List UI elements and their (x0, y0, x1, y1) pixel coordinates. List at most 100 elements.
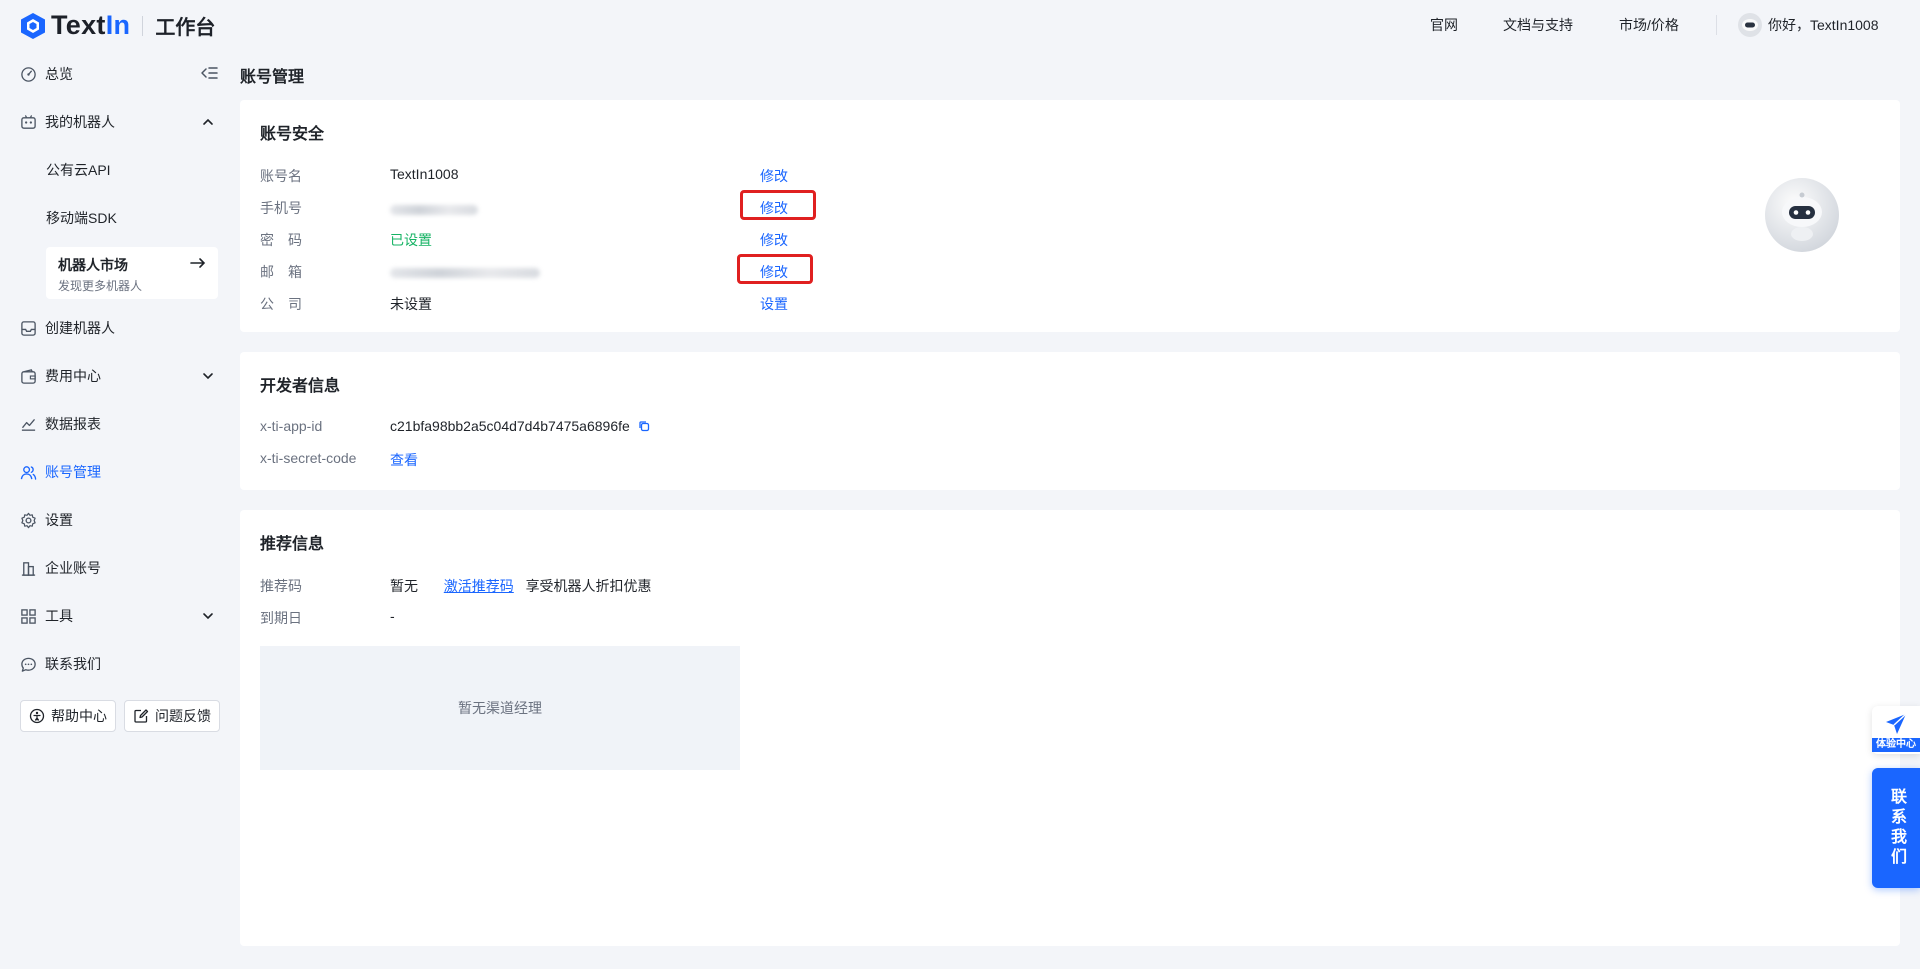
chat-bubble-icon (21, 657, 36, 672)
app-id-label: x-ti-app-id (260, 418, 323, 434)
sidebar-item-label: 联系我们 (45, 656, 101, 672)
page-title: 账号管理 (240, 69, 305, 86)
email-value-masked (390, 265, 540, 281)
phone-value-masked (390, 202, 478, 218)
user-menu[interactable]: 你好，TextIn1008 (1738, 13, 1879, 37)
feedback-button[interactable]: 问题反馈 (124, 700, 220, 732)
help-center-button[interactable]: 帮助中心 (20, 700, 116, 732)
highlight-box (740, 190, 816, 220)
nav-market-price[interactable]: 市场/价格 (1619, 15, 1679, 35)
section-title: 账号安全 (260, 126, 325, 143)
section-title: 推荐信息 (260, 536, 325, 553)
market-title: 机器人市场 (58, 257, 128, 273)
activate-referral-link[interactable]: 激活推荐码 (444, 578, 514, 594)
experience-center-label: 体验中心 (1872, 738, 1920, 752)
experience-center-button[interactable]: 体验中心 (1872, 706, 1920, 754)
robot-icon (21, 114, 36, 129)
brand-divider (142, 15, 144, 36)
section-title: 开发者信息 (260, 378, 341, 395)
collapse-sidebar-icon[interactable] (200, 65, 218, 81)
nav-official-site[interactable]: 官网 (1430, 15, 1458, 35)
set-company-link[interactable]: 设置 (760, 294, 788, 314)
inbox-icon (21, 320, 36, 336)
sidebar-item-label: 设置 (45, 512, 73, 528)
brand-subtitle: 工作台 (155, 17, 216, 39)
market-description: 发现更多机器人 (58, 279, 143, 293)
edit-password-link[interactable]: 修改 (760, 230, 788, 250)
avatar (1738, 13, 1762, 37)
chevron-up-icon[interactable] (202, 116, 214, 128)
referral-info-card: 推荐信息 推荐码 暂无 激活推荐码 享受机器人折扣优惠 到期日 - 暂无渠道经理 (240, 510, 1900, 946)
robot-mascot-image (1765, 178, 1839, 252)
password-label: 密 码 (260, 232, 302, 248)
contact-us-float-button[interactable]: 联系我们 (1872, 768, 1920, 888)
robot-market-card[interactable]: 机器人市场 发现更多机器人 (46, 247, 218, 299)
textin-logo-icon (21, 12, 45, 39)
account-security-card: 账号安全 账号名 TextIn1008 修改 手机号 修改 密 码 已设置 修改… (240, 100, 1900, 332)
sidebar-item-contact[interactable]: 联系我们 (20, 652, 101, 676)
contact-us-float-label: 联系我们 (1888, 788, 1905, 868)
building-icon (21, 561, 36, 576)
dashboard-icon (21, 66, 36, 82)
paper-plane-icon (1886, 713, 1907, 734)
sidebar-item-label: 企业账号 (45, 560, 101, 576)
sidebar: 总览 我的机器人 公有云API 移动端SDK 机器人市场 发现更多机器人 创建机… (0, 50, 230, 969)
referral-code-label: 推荐码 (260, 578, 302, 594)
sidebar-item-label: 创建机器人 (45, 320, 115, 336)
account-name-value: TextIn1008 (390, 166, 459, 182)
header-divider (1716, 15, 1717, 35)
sidebar-item-create-robot[interactable]: 创建机器人 (20, 316, 115, 340)
sidebar-item-label: 账号管理 (45, 464, 101, 480)
help-center-label: 帮助中心 (51, 708, 107, 724)
company-label: 公 司 (260, 296, 302, 312)
sidebar-item-billing[interactable]: 费用中心 (20, 364, 101, 388)
expire-date-value: - (390, 608, 395, 624)
sidebar-item-account[interactable]: 账号管理 (20, 460, 101, 484)
brand-logo[interactable]: TextIn 工作台 (20, 10, 215, 41)
help-icon (29, 708, 45, 724)
sidebar-item-my-robots[interactable]: 我的机器人 (20, 110, 115, 134)
chart-icon (21, 418, 36, 431)
chevron-down-icon[interactable] (202, 610, 214, 622)
developer-info-card: 开发者信息 x-ti-app-id c21bfa98bb2a5c04d7d4b7… (240, 352, 1900, 490)
wallet-icon (21, 368, 36, 384)
sidebar-item-overview[interactable]: 总览 (20, 62, 73, 86)
grid-icon (21, 608, 36, 624)
email-label: 邮 箱 (260, 264, 302, 280)
sidebar-item-label: 总览 (45, 66, 73, 82)
sidebar-item-enterprise[interactable]: 企业账号 (20, 556, 101, 580)
sidebar-item-public-api[interactable]: 公有云API (46, 160, 111, 180)
highlight-box (737, 254, 813, 284)
sidebar-item-reports[interactable]: 数据报表 (20, 412, 101, 436)
view-secret-link[interactable]: 查看 (390, 450, 418, 470)
company-value: 未设置 (390, 296, 432, 312)
sidebar-item-label: 数据报表 (45, 416, 101, 432)
referral-code-value: 暂无 (390, 578, 418, 594)
sidebar-item-label: 我的机器人 (45, 114, 115, 130)
user-greeting: 你好，TextIn1008 (1768, 17, 1879, 33)
referral-benefit-text: 享受机器人折扣优惠 (525, 578, 652, 594)
sidebar-item-settings[interactable]: 设置 (20, 508, 73, 532)
empty-state-text: 暂无渠道经理 (458, 700, 542, 716)
secret-code-label: x-ti-secret-code (260, 450, 357, 466)
sidebar-item-label: 工具 (45, 608, 73, 624)
sidebar-item-tools[interactable]: 工具 (20, 604, 73, 628)
users-icon (20, 465, 37, 480)
nav-docs-support[interactable]: 文档与支持 (1503, 15, 1573, 35)
password-status: 已设置 (390, 232, 432, 248)
sidebar-item-label: 费用中心 (45, 368, 101, 384)
brand-name: TextIn (51, 10, 131, 40)
expire-date-label: 到期日 (260, 610, 302, 626)
phone-label: 手机号 (260, 200, 302, 216)
edit-icon (134, 709, 149, 723)
referral-code-row: 暂无 激活推荐码 享受机器人折扣优惠 (390, 576, 652, 596)
channel-manager-empty: 暂无渠道经理 (260, 646, 740, 770)
gear-icon (21, 512, 36, 528)
chevron-down-icon[interactable] (202, 370, 214, 382)
arrow-right-icon (190, 258, 206, 268)
sidebar-item-mobile-sdk[interactable]: 移动端SDK (46, 208, 117, 228)
copy-icon[interactable] (638, 420, 650, 432)
top-header: TextIn 工作台 官网 文档与支持 市场/价格 你好，TextIn1008 (0, 0, 1920, 50)
feedback-label: 问题反馈 (155, 708, 211, 724)
edit-account-name-link[interactable]: 修改 (760, 166, 788, 186)
